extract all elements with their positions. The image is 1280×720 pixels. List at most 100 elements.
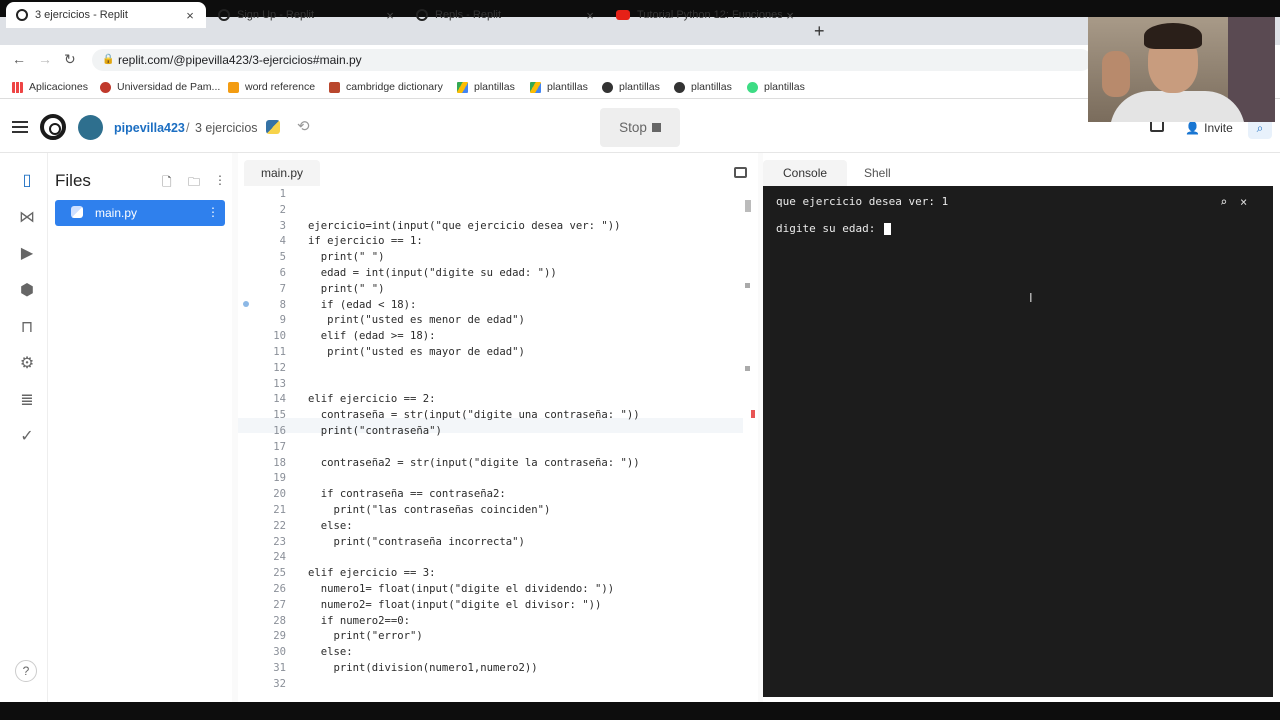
replit-logo[interactable] <box>40 114 66 140</box>
editor-tab-main-py[interactable]: main.py <box>244 160 320 186</box>
line-number: 3 <box>279 219 286 232</box>
close-icon[interactable]: × <box>782 8 798 23</box>
code-line: elif ejercicio == 2: <box>308 393 436 406</box>
line-number: 24 <box>273 551 286 564</box>
line-number: 10 <box>273 330 286 343</box>
bookmark-plantillas-4[interactable]: plantillas <box>674 81 732 93</box>
file-item-main-py[interactable]: main.py ⋮ <box>55 200 225 226</box>
code-line: print(" ") <box>308 251 385 264</box>
code-line: if contraseña == contraseña2: <box>308 488 506 501</box>
more-options-icon[interactable]: ⋮ <box>214 173 226 187</box>
editor-scrollbar[interactable] <box>745 200 751 212</box>
clear-console-icon[interactable]: × <box>1240 195 1247 209</box>
line-number: 12 <box>273 361 286 374</box>
new-folder-icon[interactable]: 🗀 <box>188 173 200 194</box>
database-icon[interactable]: ≣ <box>17 390 37 410</box>
reload-icon[interactable]: ↻ <box>64 51 76 68</box>
help-icon[interactable]: ? <box>15 660 37 682</box>
format-icon[interactable] <box>734 167 747 178</box>
line-number: 28 <box>273 614 286 627</box>
cambridge-icon <box>329 81 340 93</box>
line-number: 26 <box>273 583 286 595</box>
line-number: 17 <box>273 440 286 453</box>
console-output[interactable]: que ejercicio desea ver: 1 digite su eda… <box>763 186 1273 697</box>
browser-tab-1[interactable]: 3 ejercicios - Replit × <box>6 2 206 28</box>
code-line: elif ejercicio == 3: <box>308 567 436 580</box>
settings-gear-icon[interactable]: ⚙ <box>17 353 37 373</box>
files-panel <box>48 153 232 702</box>
bookmark-plantillas-3[interactable]: plantillas <box>602 81 660 93</box>
checkmark-icon[interactable]: ✓ <box>17 426 37 446</box>
forward-icon[interactable]: → <box>38 51 52 67</box>
menu-icon[interactable] <box>12 121 28 133</box>
android-icon <box>747 81 758 93</box>
screen: 3 ejercicios - Replit × Sign Up - Replit… <box>0 0 1280 720</box>
line-number: 1 <box>279 188 286 200</box>
code-line: if ejercicio == 1: <box>308 235 423 248</box>
close-icon[interactable]: × <box>182 8 198 23</box>
close-icon[interactable]: × <box>582 8 598 23</box>
python-icon <box>266 120 280 134</box>
project-name[interactable]: 3 ejercicios <box>195 121 258 135</box>
code-line: numero2= float(input("digite el divisor:… <box>308 598 602 611</box>
code-line: print("contraseña") <box>308 425 442 437</box>
file-name: main.py <box>95 206 138 220</box>
stop-button[interactable]: Stop <box>600 108 680 147</box>
file-menu-icon[interactable]: ⋮ <box>207 205 219 219</box>
replit-favicon-icon <box>218 9 230 21</box>
bookmark-plantillas-1[interactable]: plantillas <box>457 81 515 93</box>
browser-tab-3[interactable]: Repls - Replit × <box>406 2 606 28</box>
console-line-input: digite su edad: <box>776 222 891 235</box>
bookmark-apps[interactable]: Aplicaciones <box>12 81 88 93</box>
code-line: ejercicio=int(input("que ejercicio desea… <box>308 219 621 232</box>
code-line: print("contraseña incorrecta") <box>308 535 525 548</box>
code-line: print(division(numero1,numero2)) <box>308 662 538 674</box>
new-file-icon[interactable]: 🗋 <box>162 173 172 194</box>
replit-favicon-icon <box>16 9 28 21</box>
bottom-letterbox <box>0 702 1280 720</box>
mouse-cursor: I <box>1029 290 1033 305</box>
new-tab-button[interactable]: + <box>814 21 825 42</box>
line-number: 16 <box>273 425 286 437</box>
stop-square-icon <box>651 123 661 132</box>
debugger-icon[interactable]: ▶ <box>17 243 37 263</box>
code-line: if numero2==0: <box>308 614 411 627</box>
wordreference-icon <box>228 81 239 93</box>
search-icon[interactable]: ⌕ <box>1220 195 1227 209</box>
browser-tab-2[interactable]: Sign Up - Replit × <box>208 2 406 28</box>
code-line: print("error") <box>308 630 423 643</box>
webcam-overlay <box>1088 17 1275 122</box>
bookmark-plantillas-2[interactable]: plantillas <box>530 81 588 93</box>
secrets-lock-icon[interactable]: ⊓ <box>17 317 37 337</box>
line-number: 11 <box>273 346 286 358</box>
code-editor[interactable]: 1 2 3 ejercicio=int(input("que ejercicio de… <box>238 186 743 696</box>
line-number: 7 <box>279 282 286 295</box>
line-number: 15 <box>273 409 286 422</box>
username-link[interactable]: pipevilla423 <box>114 121 185 135</box>
breakpoint-dot[interactable] <box>243 301 249 307</box>
browser-tab-4[interactable]: Tutorial Python 12: Funciones - Y × <box>606 2 806 28</box>
line-number: 14 <box>273 393 286 406</box>
breadcrumb-separator: / <box>186 121 190 135</box>
history-icon[interactable]: ⟲ <box>297 117 310 135</box>
files-icon[interactable]: ▯ <box>17 170 37 190</box>
bookmark-cambridge[interactable]: cambridge dictionary <box>329 81 443 93</box>
drive-icon <box>457 81 468 93</box>
close-icon[interactable]: × <box>382 8 398 23</box>
line-number: 13 <box>273 377 286 390</box>
bookmark-universidad[interactable]: Universidad de Pam... <box>100 81 220 93</box>
tab-title: 3 ejercicios - Replit <box>35 9 128 21</box>
tab-console[interactable]: Console <box>763 160 848 186</box>
line-number: 29 <box>273 630 286 643</box>
tab-shell[interactable]: Shell <box>844 160 911 186</box>
avatar[interactable] <box>78 115 103 140</box>
youtube-favicon-icon <box>616 10 630 20</box>
line-number: 20 <box>273 488 286 501</box>
version-control-icon[interactable]: ⋈ <box>17 207 37 227</box>
text-cursor <box>883 223 891 235</box>
bookmark-wordreference[interactable]: word reference <box>228 81 315 93</box>
back-icon[interactable]: ← <box>12 51 26 67</box>
packages-icon[interactable]: ⬢ <box>17 280 37 300</box>
url-field[interactable]: 🔒 replit.com/@pipevilla423/3-ejercicios#… <box>92 49 1092 71</box>
bookmark-plantillas-5[interactable]: plantillas <box>747 81 805 93</box>
